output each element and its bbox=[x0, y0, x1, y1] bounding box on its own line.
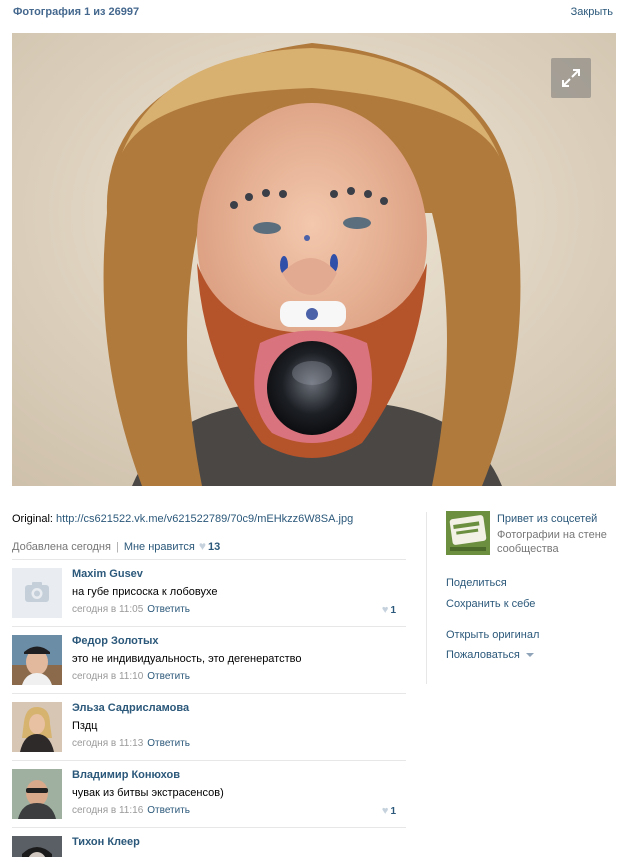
user-photo-icon bbox=[12, 769, 62, 819]
comment-time: сегодня в 11:13 bbox=[72, 738, 144, 749]
heart-icon: ♥ bbox=[381, 604, 389, 616]
open-original-link[interactable]: Открыть оригинал bbox=[446, 629, 539, 641]
comment-info: сегодня в 11:05 Ответить bbox=[72, 604, 190, 615]
comment-text: на губе присоска к лобовухе bbox=[72, 586, 218, 598]
album-name-link[interactable]: Привет из соцсетей bbox=[497, 513, 597, 525]
comment-text: чувак из битвы экстрасенсов) bbox=[72, 787, 224, 799]
share-link[interactable]: Поделиться bbox=[446, 577, 507, 589]
close-button[interactable]: Закрыть bbox=[571, 6, 613, 18]
original-url-link[interactable]: http://cs621522.vk.me/v621522789/70c9/mE… bbox=[56, 513, 353, 525]
report-label: Пожаловаться bbox=[446, 649, 520, 661]
comment-like[interactable]: ♥ 1 bbox=[382, 805, 396, 817]
user-photo-icon bbox=[12, 836, 62, 857]
comment-item: Федор Золотых это не индивидуальность, э… bbox=[12, 627, 406, 693]
comment-time: сегодня в 11:10 bbox=[72, 671, 144, 682]
meta-separator: | bbox=[115, 541, 119, 553]
user-photo-icon bbox=[12, 702, 62, 752]
avatar[interactable] bbox=[12, 702, 62, 752]
sidebar-divider bbox=[426, 512, 427, 684]
user-photo-icon bbox=[12, 635, 62, 685]
comment-item: Maxim Gusev на губе присоска к лобовухе … bbox=[12, 560, 406, 626]
comment-item: Владимир Конюхов чувак из битвы экстрасе… bbox=[12, 761, 406, 827]
comment-text: это не индивидуальность, это дегенератст… bbox=[72, 653, 302, 665]
comment-author[interactable]: Владимир Конюхов bbox=[72, 769, 180, 781]
camera-icon bbox=[25, 582, 49, 602]
photo-meta: Добавлена сегодня | Мне нравится ♥ 13 bbox=[12, 539, 220, 553]
comment-time: сегодня в 11:16 bbox=[72, 805, 144, 816]
photo-counter: Фотография 1 из 26997 bbox=[13, 6, 140, 18]
reply-button[interactable]: Ответить bbox=[147, 671, 190, 682]
avatar[interactable] bbox=[12, 836, 62, 857]
comment-info: сегодня в 11:13 Ответить bbox=[72, 738, 190, 749]
reply-button[interactable]: Ответить bbox=[147, 805, 190, 816]
save-link[interactable]: Сохранить к себе bbox=[446, 598, 535, 610]
comment-author[interactable]: Эльза Садрисламова bbox=[72, 702, 189, 714]
comment-text: Пздц bbox=[72, 720, 98, 732]
comment-like[interactable]: ♥ 1 bbox=[382, 604, 396, 616]
photo-image bbox=[12, 33, 616, 486]
original-link-row: Original: http://cs621522.vk.me/v6215227… bbox=[12, 513, 353, 525]
photo-viewer-header: Фотография 1 из 26997 Закрыть bbox=[0, 0, 626, 26]
expand-icon bbox=[562, 69, 580, 87]
reply-button[interactable]: Ответить bbox=[147, 738, 190, 749]
heart-icon: ♥ bbox=[381, 805, 389, 817]
report-dropdown[interactable]: Пожаловаться bbox=[446, 649, 534, 661]
reply-button[interactable]: Ответить bbox=[147, 604, 190, 615]
heart-icon: ♥ bbox=[198, 539, 207, 553]
album-block: Привет из соцсетей Фотографии на стене с… bbox=[446, 511, 618, 557]
comment-like-count: 1 bbox=[390, 806, 396, 817]
comment-time: сегодня в 11:05 bbox=[72, 604, 144, 615]
original-label: Original: bbox=[12, 513, 53, 525]
comment-info: сегодня в 11:16 Ответить bbox=[72, 805, 190, 816]
avatar[interactable] bbox=[12, 568, 62, 618]
comment-item: Тихон Клеер bbox=[12, 828, 406, 857]
avatar[interactable] bbox=[12, 769, 62, 819]
album-cover-icon bbox=[446, 511, 490, 555]
main-photo[interactable] bbox=[12, 33, 616, 486]
like-button[interactable]: Мне нравится bbox=[124, 541, 195, 553]
comment-author[interactable]: Maxim Gusev bbox=[72, 568, 143, 580]
album-thumbnail[interactable] bbox=[446, 511, 490, 555]
comment-like-count: 1 bbox=[390, 605, 396, 616]
like-count: 13 bbox=[208, 541, 221, 553]
fullscreen-button[interactable] bbox=[551, 58, 591, 98]
comment-item: Эльза Садрисламова Пздц сегодня в 11:13 О… bbox=[12, 694, 406, 760]
added-date: Добавлена сегодня bbox=[12, 541, 111, 553]
avatar[interactable] bbox=[12, 635, 62, 685]
comment-author[interactable]: Федор Золотых bbox=[72, 635, 159, 647]
comment-info: сегодня в 11:10 Ответить bbox=[72, 671, 190, 682]
chevron-down-icon bbox=[525, 653, 534, 658]
comment-author[interactable]: Тихон Клеер bbox=[72, 836, 140, 848]
album-description: Фотографии на стене сообщества bbox=[497, 529, 607, 555]
